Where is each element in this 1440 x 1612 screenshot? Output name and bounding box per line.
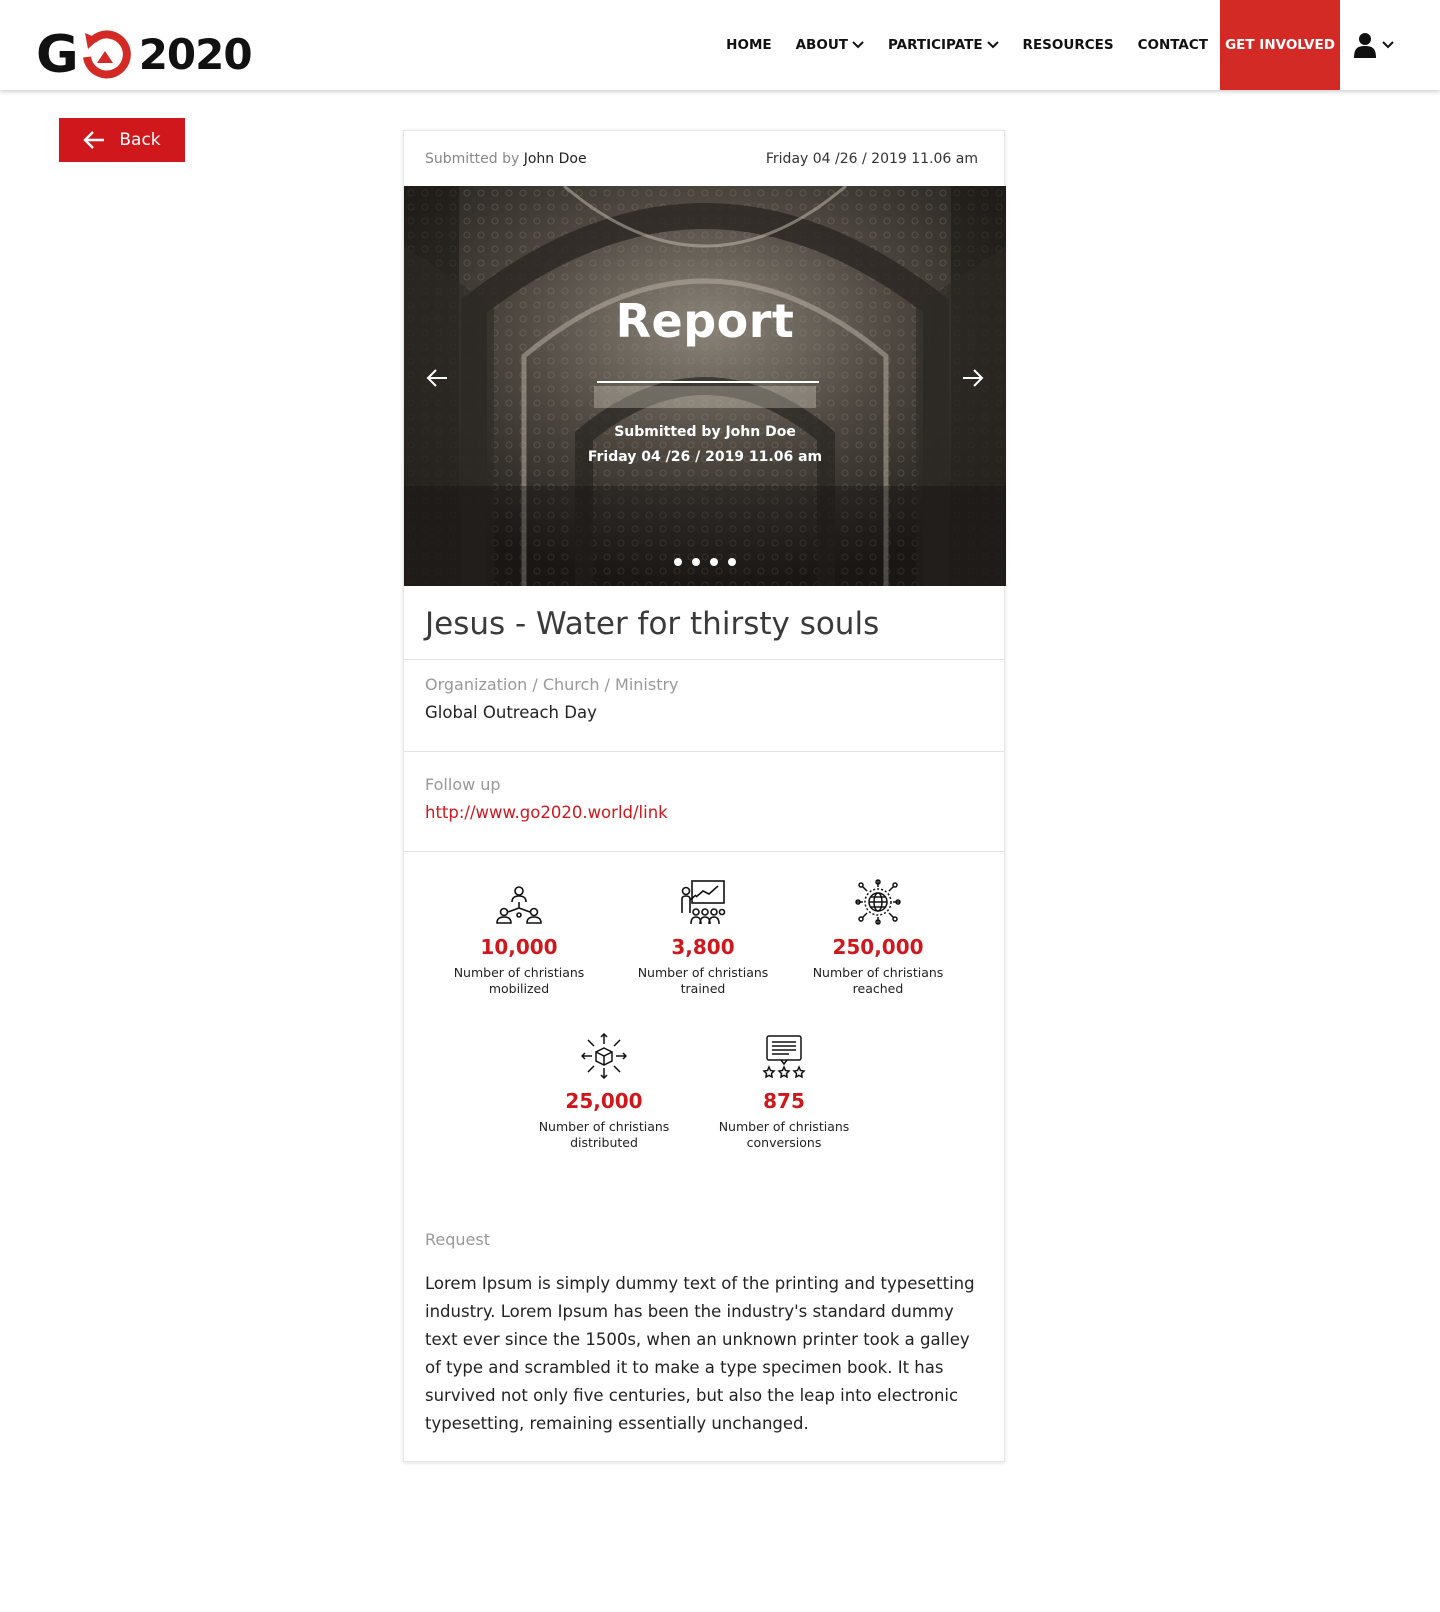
globe-network-icon	[798, 875, 958, 925]
nav-home[interactable]: HOME	[714, 0, 783, 90]
chevron-down-icon	[1382, 41, 1394, 49]
logo-circle-arrow-icon	[75, 27, 133, 83]
stat-caption-line1: Number of christians	[718, 1119, 850, 1134]
nav-about[interactable]: ABOUT	[784, 0, 876, 90]
user-menu[interactable]	[1340, 0, 1440, 90]
stat-caption-line1: Number of christians	[637, 965, 769, 980]
arrow-right-icon[interactable]	[962, 369, 984, 387]
submission-date: Friday 04 /26 / 2019 11.06 am	[765, 151, 978, 167]
stat-conversions: 875 Number of christians conversions	[704, 1029, 864, 1151]
stat-caption-line2: distributed	[570, 1135, 638, 1150]
stat-caption: Number of christians conversions	[704, 1119, 864, 1151]
stat-reached: 250,000 Number of christians reached	[798, 875, 958, 997]
nav-participate[interactable]: PARTICIPATE	[876, 0, 1011, 90]
review-stars-icon	[704, 1029, 864, 1079]
divider	[404, 659, 1004, 660]
stat-value: 875	[763, 1089, 805, 1113]
stat-caption-line2: conversions	[746, 1135, 822, 1150]
followup-label: Follow up	[425, 775, 501, 794]
submitted-by: Submitted by John Doe	[425, 151, 587, 171]
nav-resources[interactable]: RESOURCES	[1011, 0, 1126, 90]
stat-distributed: 25,000 Number of christians distributed	[524, 1029, 684, 1151]
stat-caption-line2: reached	[852, 981, 904, 996]
report-carousel: Report Submitted by John Doe Friday 04 /…	[404, 186, 1006, 586]
nav-contact[interactable]: CONTACT	[1126, 0, 1220, 90]
hero-submitted-by: Submitted by John Doe	[614, 424, 796, 440]
chevron-down-icon	[986, 41, 999, 49]
church-interior-image	[404, 186, 1006, 586]
chevron-down-icon	[852, 41, 864, 49]
carousel-dots	[404, 558, 1006, 566]
stat-caption: Number of christians mobilized	[439, 965, 599, 997]
get-involved-label: GET INVOLVED	[1225, 37, 1335, 53]
stat-trained: 3,800 Number of christians trained	[623, 875, 783, 997]
stat-caption: Number of christians trained	[623, 965, 783, 997]
stat-caption: Number of christians reached	[798, 965, 958, 997]
carousel-dot[interactable]	[674, 558, 682, 566]
carousel-dot[interactable]	[728, 558, 736, 566]
site-header: G 2020 HOME ABOUT PARTICIPATE RESOURCES …	[0, 0, 1440, 90]
nav-home-label: HOME	[726, 37, 772, 53]
submitter-name: John Doe	[523, 151, 587, 167]
carousel-dot[interactable]	[692, 558, 700, 566]
user-icon	[1354, 33, 1376, 58]
stat-caption-line2: trained	[680, 981, 726, 996]
stat-value: 25,000	[565, 1089, 643, 1113]
stat-caption-line1: Number of christians	[538, 1119, 670, 1134]
back-label: Back	[119, 130, 161, 150]
followup-link[interactable]: http://www.go2020.world/link	[425, 803, 668, 822]
carousel-dot[interactable]	[710, 558, 718, 566]
stat-value: 3,800	[671, 935, 735, 959]
arrow-left-icon[interactable]	[426, 369, 448, 387]
hero-date: Friday 04 /26 / 2019 11.06 am	[587, 449, 823, 465]
nav-participate-label: PARTICIPATE	[888, 37, 983, 53]
org-value: Global Outreach Day	[425, 703, 597, 722]
back-button[interactable]: Back	[59, 118, 185, 162]
hero-divider	[597, 381, 819, 383]
request-label: Request	[425, 1230, 490, 1249]
request-text: Lorem Ipsum is simply dummy text of the …	[425, 1274, 975, 1433]
hero-title: Report	[615, 294, 795, 348]
go2020-logo[interactable]: G 2020	[36, 25, 253, 85]
get-involved-button[interactable]: GET INVOLVED	[1220, 0, 1340, 90]
card-meta: Submitted by John Doe Friday 04 /26 / 20…	[425, 151, 978, 171]
stat-caption-line2: mobilized	[488, 981, 550, 996]
nav-about-label: ABOUT	[795, 37, 848, 53]
divider	[404, 751, 1004, 752]
arrow-left-icon	[83, 131, 105, 149]
org-label: Organization / Church / Ministry	[425, 675, 679, 694]
stat-mobilized: 10,000 Number of christians mobilized	[439, 875, 599, 997]
nav-resources-label: RESOURCES	[1022, 37, 1114, 53]
report-title: Jesus - Water for thirsty souls	[425, 606, 880, 642]
stat-caption-line1: Number of christians	[453, 965, 585, 980]
main-nav: HOME ABOUT PARTICIPATE RESOURCES CONTACT…	[714, 0, 1440, 90]
stat-value: 250,000	[832, 935, 924, 959]
box-distribution-icon	[524, 1029, 684, 1079]
stat-value: 10,000	[480, 935, 558, 959]
people-network-icon	[439, 875, 599, 925]
stat-caption-line1: Number of christians	[812, 965, 944, 980]
presentation-icon	[623, 875, 783, 925]
submitted-prefix: Submitted by	[425, 151, 520, 167]
logo-letter-g: G	[36, 25, 79, 85]
logo-year: 2020	[138, 30, 253, 79]
stat-caption: Number of christians distributed	[524, 1119, 684, 1151]
nav-contact-label: CONTACT	[1137, 37, 1208, 53]
report-card: Submitted by John Doe Friday 04 /26 / 20…	[403, 130, 1006, 1462]
divider	[404, 851, 1004, 852]
